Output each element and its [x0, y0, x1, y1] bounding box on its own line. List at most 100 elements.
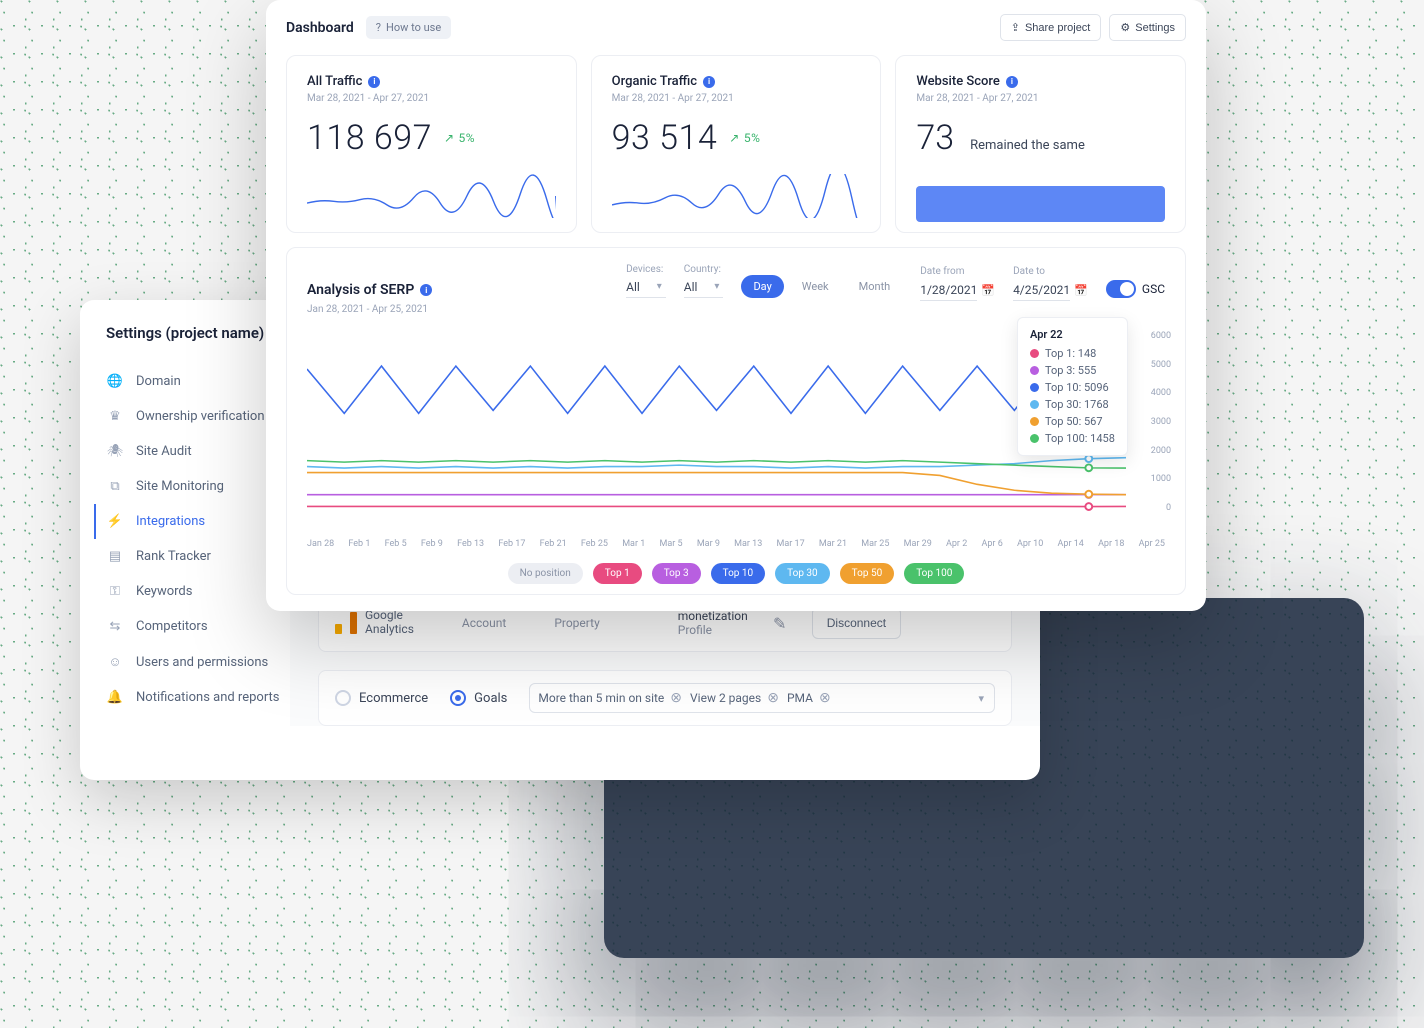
disconnect-button[interactable]: Disconnect — [812, 607, 901, 639]
radio-goals[interactable]: Goals — [450, 690, 507, 706]
bell-icon: 🔔 — [106, 690, 124, 705]
x-tick: Mar 9 — [697, 539, 720, 549]
sidebar-item-label: Rank Tracker — [136, 549, 211, 564]
account-label: Account — [462, 616, 506, 630]
sidebar-item-domain[interactable]: 🌐Domain — [94, 364, 290, 399]
sidebar-item-rank-tracker[interactable]: ▤Rank Tracker — [94, 539, 290, 574]
settings-label: Settings — [1135, 22, 1175, 34]
color-swatch-icon — [1030, 434, 1039, 443]
gsc-toggle[interactable] — [1106, 280, 1136, 298]
legend-top100[interactable]: Top 100 — [904, 563, 964, 584]
sidebar-item-ownership[interactable]: ♛Ownership verification — [94, 399, 290, 434]
date-from-input[interactable]: 1/28/2021 — [920, 280, 977, 301]
trend-value: 5% — [744, 131, 761, 145]
remove-tag-icon[interactable]: ⊗ — [670, 690, 682, 706]
goals-select[interactable]: More than 5 min on site ⊗ View 2 pages ⊗ P… — [529, 683, 995, 713]
gsc-label: GSC — [1142, 282, 1165, 296]
sidebar-item-users[interactable]: ☺Users and permissions — [94, 644, 290, 680]
howto-button[interactable]: ? How to use — [366, 16, 451, 39]
sidebar-item-site-audit[interactable]: 🕷Site Audit — [94, 434, 290, 469]
legend-no-position[interactable]: No position — [508, 563, 583, 584]
x-tick: Apr 25 — [1139, 539, 1165, 549]
date-to-input[interactable]: 4/25/2021 — [1013, 280, 1070, 301]
share-project-button[interactable]: ⇪Share project — [1000, 14, 1102, 41]
goal-tag-label: PMA — [787, 691, 813, 705]
legend-top10[interactable]: Top 10 — [711, 563, 766, 584]
period-month[interactable]: Month — [847, 275, 903, 298]
country-label: Country: — [684, 264, 724, 275]
y-tick: 3000 — [1151, 417, 1171, 427]
info-icon[interactable]: i — [703, 76, 715, 88]
ga-name-line1: Google — [365, 609, 414, 623]
x-tick: Feb 5 — [385, 539, 407, 549]
share-label: Share project — [1025, 22, 1090, 34]
sidebar-item-keywords[interactable]: ⚿Keywords — [94, 574, 290, 609]
card-title-text: Website Score — [916, 74, 1000, 89]
x-tick: Apr 2 — [946, 539, 967, 549]
goal-tag-label: More than 5 min on site — [538, 691, 664, 705]
info-icon[interactable]: i — [1006, 76, 1018, 88]
card-date: Mar 28, 2021 - Apr 27, 2021 — [612, 93, 861, 104]
help-icon: ? — [376, 21, 381, 34]
radio-dot-icon — [335, 690, 351, 706]
user-icon: ☺ — [106, 654, 124, 670]
x-tick: Feb 1 — [348, 539, 370, 549]
sidebar-item-site-monitoring[interactable]: ⧉Site Monitoring — [94, 469, 290, 504]
x-tick: Feb 13 — [457, 539, 484, 549]
remove-tag-icon[interactable]: ⊗ — [819, 690, 831, 706]
info-icon[interactable]: i — [420, 284, 432, 296]
legend-top1[interactable]: Top 1 — [593, 563, 642, 584]
calendar-icon[interactable]: 📅 — [1074, 284, 1088, 297]
color-swatch-icon — [1030, 400, 1039, 409]
goals-row: Ecommerce Goals More than 5 min on site ⊗… — [318, 670, 1012, 726]
period-day[interactable]: Day — [741, 275, 783, 298]
color-swatch-icon — [1030, 417, 1039, 426]
y-tick: 0 — [1166, 503, 1171, 513]
goal-tag-label: View 2 pages — [690, 691, 761, 705]
competitors-icon: ⇆ — [106, 619, 124, 634]
serp-section: Analysis of SERPi Devices:All Country:Al… — [286, 247, 1186, 595]
settings-button[interactable]: ⚙Settings — [1109, 14, 1186, 41]
period-week[interactable]: Week — [790, 275, 841, 298]
property-label: Property — [554, 616, 599, 630]
calendar-icon[interactable]: 📅 — [981, 284, 995, 297]
x-tick: Jan 28 — [307, 539, 334, 549]
dashboard-header: Dashboard ?How to use ⇪Share project ⚙Se… — [266, 0, 1206, 55]
edit-icon[interactable]: ✎ — [766, 614, 794, 633]
radio-ecommerce[interactable]: Ecommerce — [335, 690, 428, 706]
info-icon[interactable]: i — [368, 76, 380, 88]
x-tick: Apr 6 — [981, 539, 1002, 549]
country-select[interactable]: All — [684, 277, 724, 298]
legend-top50[interactable]: Top 50 — [840, 563, 895, 584]
sparkline-all-traffic — [307, 174, 556, 218]
trend-up-icon: ↗ — [444, 131, 455, 145]
sidebar-item-competitors[interactable]: ⇆Competitors — [94, 609, 290, 644]
devices-select[interactable]: All — [626, 277, 666, 298]
legend-top30[interactable]: Top 30 — [775, 563, 830, 584]
sidebar-item-label: Site Monitoring — [136, 479, 224, 494]
sidebar-item-label: Keywords — [136, 584, 192, 599]
chart-tooltip: Apr 22 Top 1: 148Top 3: 555Top 10: 5096T… — [1017, 317, 1128, 456]
serp-title: Analysis of SERP — [307, 282, 414, 298]
sparkline-organic-traffic — [612, 174, 861, 218]
radio-label: Ecommerce — [359, 691, 428, 706]
tooltip-item-label: Top 50: 567 — [1045, 415, 1103, 428]
metric-value: 118 697 — [307, 118, 432, 158]
x-tick: Apr 10 — [1017, 539, 1043, 549]
tooltip-item-label: Top 30: 1768 — [1045, 398, 1109, 411]
sidebar-item-integrations[interactable]: ⚡Integrations — [94, 504, 290, 539]
legend-top3[interactable]: Top 3 — [652, 563, 701, 584]
sidebar-item-label: Ownership verification — [136, 409, 265, 424]
sidebar-item-label: Notifications and reports — [136, 690, 280, 705]
x-tick: Mar 21 — [819, 539, 847, 549]
howto-label: How to use — [386, 21, 441, 34]
date-to-label: Date to — [1013, 266, 1088, 277]
x-tick: Mar 1 — [622, 539, 645, 549]
sidebar-item-notifications[interactable]: 🔔 Notifications and reports — [94, 680, 290, 715]
ga-name-line2: Analytics — [365, 623, 414, 637]
trend-up-icon: ↗ — [729, 131, 740, 145]
remove-tag-icon[interactable]: ⊗ — [767, 690, 779, 706]
x-tick: Mar 17 — [777, 539, 805, 549]
y-tick: 1000 — [1151, 474, 1171, 484]
tooltip-item: Top 1: 148 — [1030, 347, 1115, 360]
